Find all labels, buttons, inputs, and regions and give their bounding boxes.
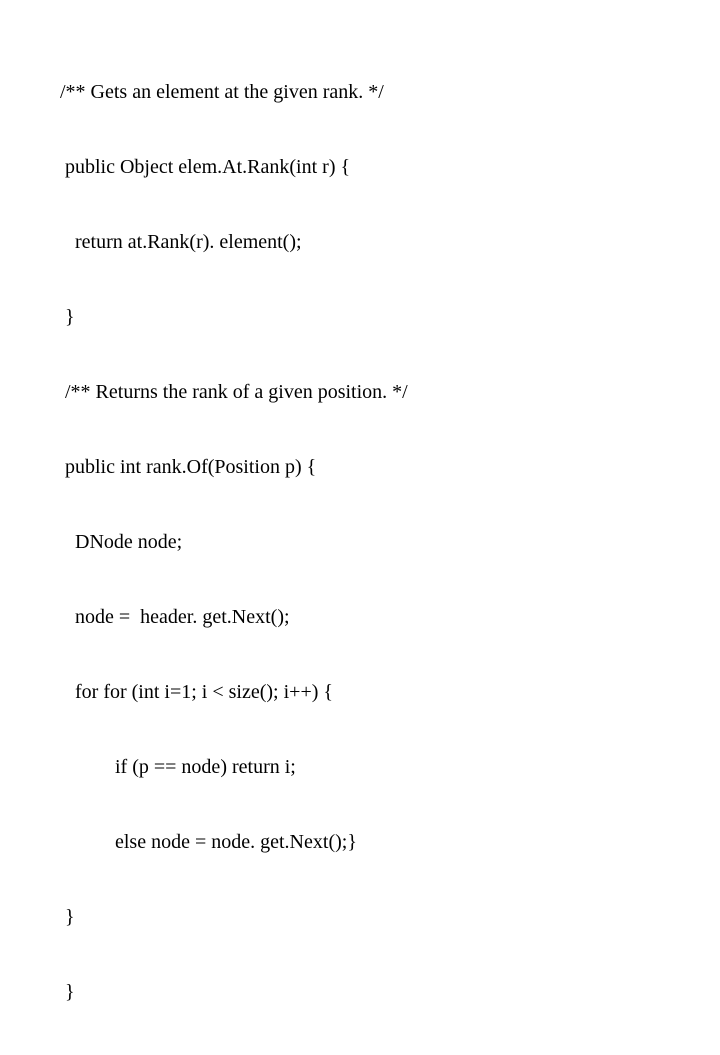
code-line: } <box>60 305 408 330</box>
code-line: /** Gets an element at the given rank. *… <box>60 80 408 105</box>
code-line: node = header. get.Next(); <box>60 605 408 630</box>
code-line: for for (int i=1; i < size(); i++) { <box>60 680 408 705</box>
code-line: if (p == node) return i; <box>60 755 408 780</box>
slide-page: /** Gets an element at the given rank. *… <box>0 0 720 540</box>
code-line: return at.Rank(r). element(); <box>60 230 408 255</box>
code-line: DNode node; <box>60 530 408 555</box>
code-line: public Object elem.At.Rank(int r) { <box>60 155 408 180</box>
code-line: /** Returns the rank of a given position… <box>60 380 408 405</box>
code-line: else node = node. get.Next();} <box>60 830 408 855</box>
code-line: public int rank.Of(Position p) { <box>60 455 408 480</box>
code-line: } <box>60 980 408 1005</box>
code-block: /** Gets an element at the given rank. *… <box>60 30 408 1055</box>
code-line: } <box>60 905 408 930</box>
